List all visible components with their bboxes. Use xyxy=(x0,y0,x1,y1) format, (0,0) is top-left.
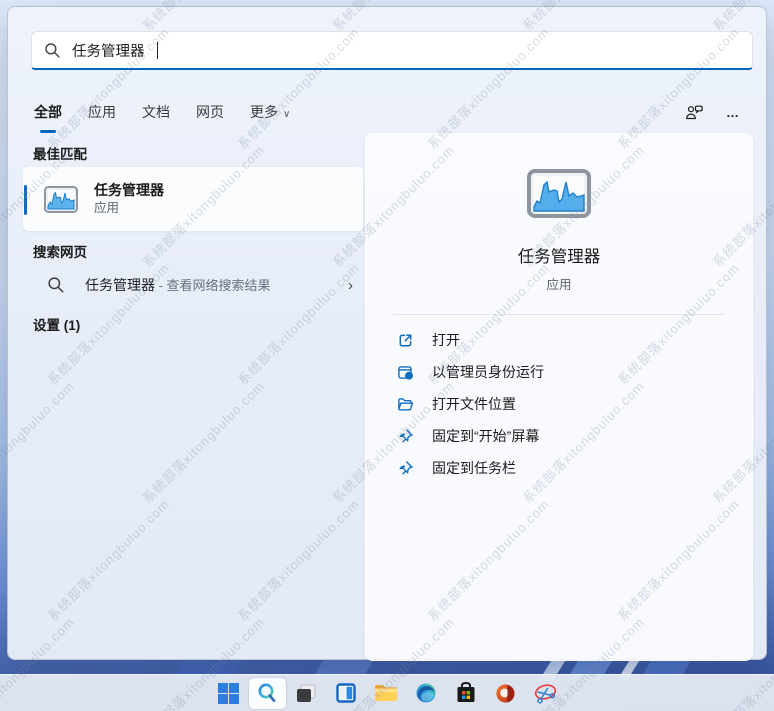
widgets-panel-icon xyxy=(334,681,358,705)
open-external-icon xyxy=(397,332,414,349)
taskbar-search-button[interactable] xyxy=(249,678,286,709)
office-button[interactable] xyxy=(486,676,526,710)
office-icon xyxy=(494,682,517,705)
search-icon xyxy=(47,276,65,294)
web-search-header: 搜索网页 xyxy=(33,241,87,261)
divider xyxy=(393,314,725,315)
text-cursor xyxy=(157,42,158,59)
action-pin-to-start[interactable]: 固定到“开始”屏幕 xyxy=(397,420,752,452)
file-explorer-icon xyxy=(373,681,399,705)
chevron-down-icon: ∨ xyxy=(283,109,290,120)
selection-accent-bar xyxy=(24,185,27,215)
action-label: 固定到“开始”屏幕 xyxy=(432,426,539,446)
search-filter-tabs: 全部 应用 文档 网页 更多∨ … xyxy=(33,97,741,127)
action-list: 打开 以管理员身份运行 打开文件位置 固定到“开始”屏幕 xyxy=(366,324,752,484)
pin-icon xyxy=(397,428,414,445)
scissors-screenshot-icon xyxy=(533,681,559,705)
action-pin-to-taskbar[interactable]: 固定到任务栏 xyxy=(397,452,752,484)
edge-button[interactable] xyxy=(406,676,446,710)
more-options-icon[interactable]: … xyxy=(726,105,741,120)
action-label: 打开文件位置 xyxy=(432,394,516,414)
microsoft-store-icon xyxy=(454,681,478,705)
tab-all[interactable]: 全部 xyxy=(33,100,63,124)
tab-apps[interactable]: 应用 xyxy=(87,100,117,124)
pin-icon xyxy=(397,460,414,477)
best-match-header: 最佳匹配 xyxy=(33,143,87,163)
edge-icon xyxy=(414,681,438,705)
search-query-text: 任务管理器 xyxy=(72,40,145,61)
search-input[interactable]: 任务管理器 xyxy=(31,31,753,70)
preview-app-subtitle: 应用 xyxy=(546,274,571,293)
settings-header: 设置 (1) xyxy=(33,314,80,334)
best-match-title: 任务管理器 xyxy=(94,181,164,200)
task-manager-large-icon xyxy=(527,169,591,218)
task-view-button[interactable] xyxy=(286,676,326,710)
preview-app-title: 任务管理器 xyxy=(518,243,601,267)
task-view-icon xyxy=(294,681,318,705)
search-flyout-panel: 任务管理器 全部 应用 文档 网页 更多∨ … 最佳匹配 任务管理器 应用 xyxy=(7,6,767,660)
action-open-file-location[interactable]: 打开文件位置 xyxy=(397,388,752,420)
run-as-admin-icon xyxy=(397,364,414,381)
web-search-text: 任务管理器 - 查看网络搜索结果 xyxy=(85,275,271,295)
tab-documents[interactable]: 文档 xyxy=(141,100,171,124)
account-feedback-icon[interactable] xyxy=(684,103,704,122)
task-manager-small-icon xyxy=(44,186,78,213)
best-match-result[interactable]: 任务管理器 应用 xyxy=(23,167,363,231)
windows-logo-icon xyxy=(217,682,240,705)
best-match-subtitle: 应用 xyxy=(94,200,164,217)
preview-pane: 任务管理器 应用 打开 以管理员身份运行 打开文件位置 xyxy=(365,133,753,661)
action-label: 打开 xyxy=(432,330,460,350)
action-run-as-admin[interactable]: 以管理员身份运行 xyxy=(397,356,752,388)
action-label: 以管理员身份运行 xyxy=(432,362,544,382)
action-open[interactable]: 打开 xyxy=(397,324,752,356)
screenshot-tool-button[interactable] xyxy=(526,676,566,710)
taskbar xyxy=(0,674,774,711)
action-label: 固定到任务栏 xyxy=(432,458,516,478)
open-folder-icon xyxy=(397,396,414,413)
chevron-right-icon[interactable]: › xyxy=(348,277,353,294)
tab-web[interactable]: 网页 xyxy=(195,100,225,124)
start-button[interactable] xyxy=(209,676,249,710)
tab-more[interactable]: 更多∨ xyxy=(249,100,291,124)
microsoft-store-button[interactable] xyxy=(446,676,486,710)
web-search-result[interactable]: 任务管理器 - 查看网络搜索结果 › xyxy=(23,265,363,305)
search-icon xyxy=(44,42,61,59)
search-gradient-icon xyxy=(255,681,279,705)
file-explorer-button[interactable] xyxy=(366,676,406,710)
widgets-panel-button[interactable] xyxy=(326,676,366,710)
